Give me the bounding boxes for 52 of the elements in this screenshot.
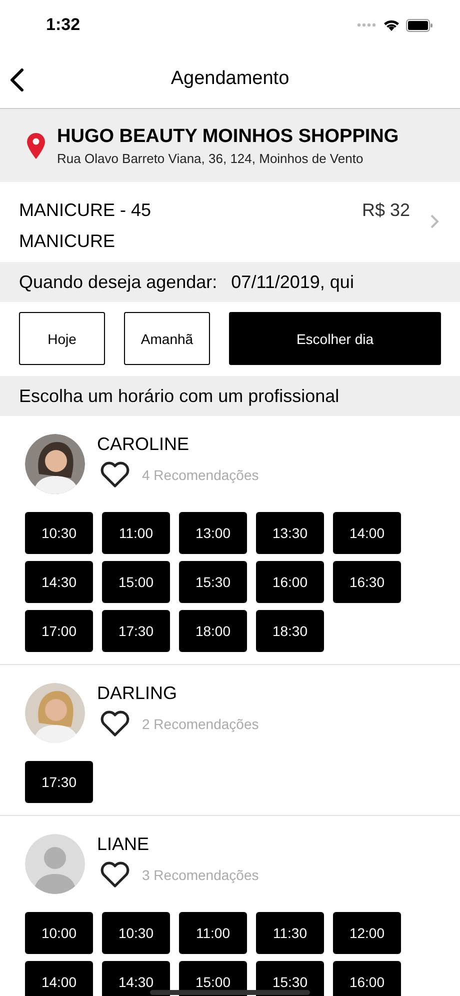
- time-slot-button[interactable]: 14:00: [25, 961, 93, 996]
- time-slot-button[interactable]: 11:00: [102, 512, 170, 554]
- service-row[interactable]: MANICURE - 45 MANICURE R$ 32: [0, 182, 460, 262]
- time-slot-button[interactable]: 12:00: [333, 912, 401, 954]
- chevron-icon: [430, 214, 439, 229]
- section-title: Escolha um horário com um profissional: [19, 386, 340, 406]
- heart-icon[interactable]: [100, 461, 130, 488]
- battery-icon: [406, 18, 433, 32]
- professional-name: CAROLINE: [97, 434, 190, 455]
- time-slot-button[interactable]: 16:00: [256, 561, 324, 603]
- time-slot-button[interactable]: 14:30: [25, 561, 93, 603]
- time-slot-button[interactable]: 11:30: [256, 912, 324, 954]
- service-category: MANICURE: [19, 231, 116, 252]
- location-pin-icon: [27, 132, 45, 158]
- time-slot-button[interactable]: 13:00: [179, 512, 247, 554]
- heart-icon[interactable]: [100, 861, 130, 888]
- heart-icon[interactable]: [100, 710, 130, 737]
- time-slot-button[interactable]: 17:00: [25, 610, 93, 652]
- professional-name: DARLING: [97, 683, 178, 704]
- recommendation-count: 4 Recomendações: [142, 466, 259, 482]
- professional-name: LIANE: [97, 834, 150, 855]
- time-slot-button[interactable]: 11:00: [179, 912, 247, 954]
- time-slot-button[interactable]: 15:00: [102, 561, 170, 603]
- time-slot-button[interactable]: 18:30: [256, 610, 324, 652]
- status-time: 1:32: [46, 15, 80, 35]
- time-slot-button[interactable]: 15:30: [179, 561, 247, 603]
- recommendation-count: 2 Recomendações: [142, 716, 259, 732]
- service-price: R$ 32: [362, 200, 410, 221]
- time-slot-button[interactable]: 13:30: [256, 512, 324, 554]
- time-slot-button[interactable]: 17:30: [25, 761, 93, 803]
- time-slot-button[interactable]: 10:00: [25, 912, 93, 954]
- time-slot-button[interactable]: 14:00: [333, 512, 401, 554]
- time-slot-button[interactable]: 14:30: [102, 961, 170, 996]
- time-slot-button[interactable]: 17:30: [102, 610, 170, 652]
- time-slot-button[interactable]: 18:00: [179, 610, 247, 652]
- day-button[interactable]: Hoje: [19, 312, 105, 365]
- time-slot-button[interactable]: 10:30: [102, 912, 170, 954]
- date-label: Quando deseja agendar:: [19, 272, 218, 292]
- salon-address: Rua Olavo Barreto Viana, 36, 124, Moinhos de Vento: [57, 150, 364, 166]
- time-slot-button[interactable]: 10:30: [25, 512, 93, 554]
- day-button[interactable]: Amanhã: [124, 312, 210, 365]
- recommendation-count: 3 Recomendações: [142, 866, 259, 882]
- time-slot-button[interactable]: 16:00: [333, 961, 401, 996]
- service-name: MANICURE - 45: [19, 200, 152, 221]
- day-button[interactable]: Escolher dia: [229, 312, 441, 365]
- signal-icon: [357, 23, 377, 27]
- time-slot-button[interactable]: 16:30: [333, 561, 401, 603]
- screen-title: Agendamento: [170, 68, 290, 90]
- salon-name: HUGO BEAUTY MOINHOS SHOPPING: [57, 126, 399, 148]
- date-value: 07/11/2019, qui: [231, 272, 354, 292]
- wifi-icon: [383, 19, 400, 31]
- back-icon: [10, 68, 24, 92]
